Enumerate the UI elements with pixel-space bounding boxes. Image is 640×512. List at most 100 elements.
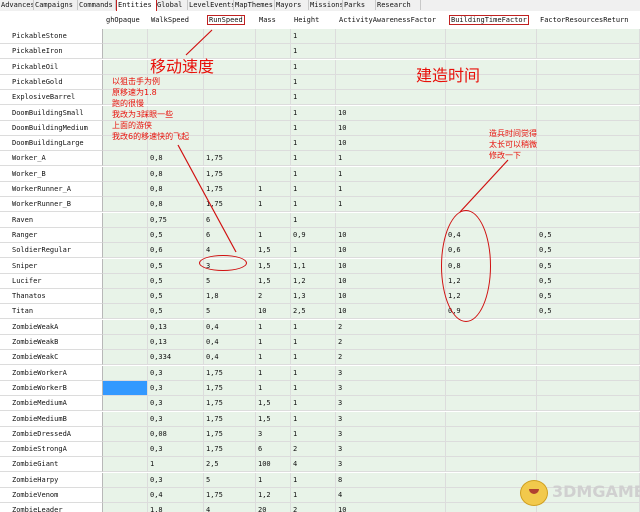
cell-ghopaque[interactable] xyxy=(103,304,148,320)
cell-factorresourcesreturn[interactable] xyxy=(537,426,640,442)
cell-activityawarenessfactor[interactable] xyxy=(336,212,446,228)
cell-height[interactable]: 1 xyxy=(291,380,336,396)
cell-factorresourcesreturn[interactable] xyxy=(537,29,640,44)
cell-mass[interactable] xyxy=(256,74,291,90)
cell-ghopaque[interactable] xyxy=(103,442,148,458)
cell-height[interactable]: 1 xyxy=(291,74,336,90)
row-name-cell[interactable]: ZombieWeakA xyxy=(0,319,103,335)
cell-activityawarenessfactor[interactable]: 10 xyxy=(336,120,446,136)
cell-ghopaque[interactable] xyxy=(103,380,148,396)
cell-runspeed[interactable]: 2,5 xyxy=(204,457,256,473)
cell-height[interactable]: 1 xyxy=(291,335,336,350)
table-row[interactable]: DoomBuildingSmall 1 10 xyxy=(0,105,640,121)
cell-mass[interactable]: 1,5 xyxy=(256,396,291,412)
cell-walkspeed[interactable]: 0,5 xyxy=(148,258,204,274)
tab-campaigns[interactable]: Campaigns xyxy=(34,0,78,10)
cell-height[interactable]: 1 xyxy=(291,243,336,259)
cell-buildingtimefactor[interactable] xyxy=(446,426,537,442)
cell-activityawarenessfactor[interactable]: 10 xyxy=(336,503,446,512)
cell-mass[interactable] xyxy=(256,105,291,121)
cell-runspeed[interactable]: 0,4 xyxy=(204,350,256,366)
cell-activityawarenessfactor[interactable]: 10 xyxy=(336,289,446,305)
row-name-cell[interactable]: ZombieWorkerB xyxy=(0,380,103,396)
cell-mass[interactable]: 1 xyxy=(256,197,291,213)
cell-mass[interactable]: 1,5 xyxy=(256,243,291,259)
cell-mass[interactable]: 10 xyxy=(256,304,291,320)
cell-walkspeed[interactable]: 0,3 xyxy=(148,365,204,381)
cell-height[interactable]: 1 xyxy=(291,29,336,44)
cell-ghopaque[interactable] xyxy=(103,151,148,167)
cell-mass[interactable]: 100 xyxy=(256,457,291,473)
cell-buildingtimefactor[interactable] xyxy=(446,350,537,366)
cell-walkspeed[interactable]: 0,3 xyxy=(148,442,204,458)
row-name-cell[interactable]: WorkerRunner_A xyxy=(0,182,103,197)
cell-walkspeed[interactable]: 0,08 xyxy=(148,426,204,442)
cell-height[interactable]: 1 xyxy=(291,59,336,75)
cell-runspeed[interactable]: 1,75 xyxy=(204,166,256,182)
cell-height[interactable]: 1 xyxy=(291,411,336,427)
cell-buildingtimefactor[interactable] xyxy=(446,457,537,473)
cell-runspeed[interactable]: 5 xyxy=(204,273,256,289)
cell-mass[interactable]: 1,5 xyxy=(256,273,291,289)
cell-height[interactable]: 1 xyxy=(291,365,336,381)
cell-activityawarenessfactor[interactable]: 10 xyxy=(336,105,446,121)
cell-mass[interactable] xyxy=(256,44,291,60)
cell-mass[interactable]: 1 xyxy=(256,182,291,197)
cell-activityawarenessfactor[interactable]: 3 xyxy=(336,365,446,381)
row-name-cell[interactable]: Worker_B xyxy=(0,166,103,182)
cell-mass[interactable]: 6 xyxy=(256,442,291,458)
table-row[interactable]: ZombieDressedA 0,08 1,75 3 1 3 xyxy=(0,426,640,442)
row-name-cell[interactable]: Sniper xyxy=(0,258,103,274)
cell-factorresourcesreturn[interactable] xyxy=(537,105,640,121)
cell-ghopaque[interactable] xyxy=(103,212,148,228)
cell-runspeed[interactable]: 6 xyxy=(204,212,256,228)
cell-walkspeed[interactable]: 0,6 xyxy=(148,243,204,259)
cell-factorresourcesreturn[interactable] xyxy=(537,182,640,197)
table-row[interactable]: PickableIron 1 xyxy=(0,44,640,60)
cell-ghopaque[interactable] xyxy=(103,197,148,213)
cell-factorresourcesreturn[interactable]: 0,5 xyxy=(537,304,640,320)
table-row[interactable]: ZombieMediumB 0,3 1,75 1,5 1 3 xyxy=(0,411,640,427)
table-row[interactable]: Thanatos 0,5 1,8 2 1,3 10 1,2 0,5 xyxy=(0,289,640,305)
cell-walkspeed[interactable]: 0,5 xyxy=(148,289,204,305)
row-name-cell[interactable]: SoldierRegular xyxy=(0,243,103,259)
cell-ghopaque[interactable] xyxy=(103,166,148,182)
row-name-cell[interactable]: ZombieHarpy xyxy=(0,472,103,488)
cell-ghopaque[interactable] xyxy=(103,457,148,473)
cell-height[interactable]: 0,9 xyxy=(291,227,336,243)
cell-runspeed[interactable] xyxy=(204,120,256,136)
cell-height[interactable]: 1 xyxy=(291,396,336,412)
cell-walkspeed[interactable]: 0,5 xyxy=(148,273,204,289)
cell-runspeed[interactable]: 1,75 xyxy=(204,426,256,442)
cell-buildingtimefactor[interactable] xyxy=(446,396,537,412)
cell-runspeed[interactable]: 1,75 xyxy=(204,365,256,381)
cell-height[interactable]: 1 xyxy=(291,182,336,197)
cell-height[interactable]: 4 xyxy=(291,457,336,473)
cell-activityawarenessfactor[interactable] xyxy=(336,44,446,60)
cell-buildingtimefactor[interactable] xyxy=(446,29,537,44)
cell-mass[interactable]: 3 xyxy=(256,426,291,442)
cell-mass[interactable]: 1 xyxy=(256,335,291,350)
cell-mass[interactable]: 1 xyxy=(256,319,291,335)
cell-walkspeed[interactable]: 0,13 xyxy=(148,319,204,335)
cell-activityawarenessfactor[interactable]: 2 xyxy=(336,319,446,335)
cell-ghopaque[interactable] xyxy=(103,365,148,381)
table-row[interactable]: WorkerRunner_B 0,8 1,75 1 1 1 xyxy=(0,197,640,213)
table-row[interactable]: ZombieWeakB 0,13 0,4 1 1 2 xyxy=(0,335,640,350)
row-name-cell[interactable]: DoomBuildingMedium xyxy=(0,120,103,136)
cell-activityawarenessfactor[interactable]: 10 xyxy=(336,258,446,274)
row-name-cell[interactable]: ZombieWeakB xyxy=(0,335,103,350)
table-row[interactable]: PickableGold 1 xyxy=(0,74,640,90)
table-row[interactable]: Lucifer 0,5 5 1,5 1,2 10 1,2 0,5 xyxy=(0,273,640,289)
cell-factorresourcesreturn[interactable] xyxy=(537,59,640,75)
cell-mass[interactable] xyxy=(256,120,291,136)
cell-runspeed[interactable] xyxy=(204,74,256,90)
cell-walkspeed[interactable]: 0,3 xyxy=(148,396,204,412)
cell-activityawarenessfactor[interactable]: 8 xyxy=(336,472,446,488)
table-row[interactable]: Worker_B 0,8 1,75 1 1 xyxy=(0,166,640,182)
cell-height[interactable]: 1 xyxy=(291,350,336,366)
table-row[interactable]: ZombieStrongA 0,3 1,75 6 2 3 xyxy=(0,442,640,458)
column-header-factorresourcesreturn[interactable]: FactorResourcesReturn xyxy=(537,11,640,29)
cell-factorresourcesreturn[interactable] xyxy=(537,90,640,106)
cell-factorresourcesreturn[interactable] xyxy=(537,212,640,228)
